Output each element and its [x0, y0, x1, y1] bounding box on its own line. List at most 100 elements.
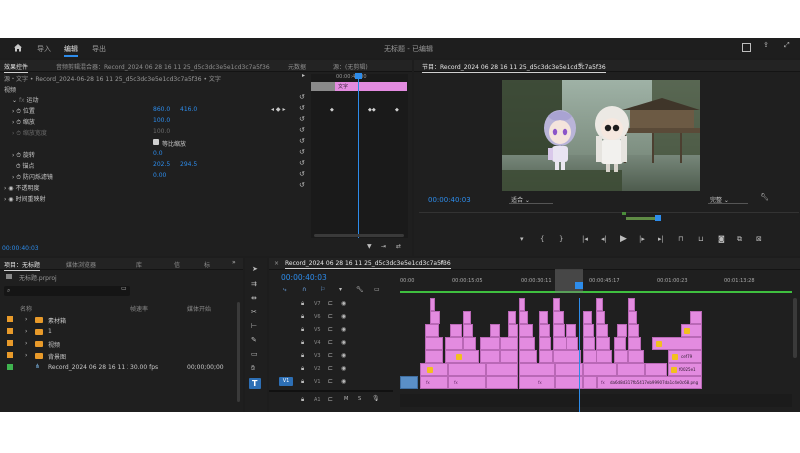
linked-selection-icon[interactable]: ⚐: [320, 287, 325, 293]
source-patch-v1[interactable]: V1: [279, 377, 293, 386]
uniform-scale-checkbox[interactable]: [153, 139, 159, 145]
mini-playhead[interactable]: [358, 74, 359, 238]
timeline-tracks-area[interactable]: cef79 f0025e1 fx fx fx fx da6d8d317fb541…: [400, 298, 792, 412]
eye-icon[interactable]: ◉: [341, 300, 346, 307]
reset-scale-width-icon[interactable]: ↺: [299, 127, 305, 134]
export-frame-icon[interactable]: ⇥: [381, 244, 386, 250]
extract-icon[interactable]: ⊔: [698, 236, 703, 243]
timeline-clip[interactable]: [596, 311, 605, 324]
reset-opacity-icon[interactable]: ↺: [299, 182, 305, 189]
tab-info[interactable]: 信: [174, 260, 180, 269]
track-header-v2[interactable]: 🔒︎ V2 ⊏ ◉: [269, 363, 391, 376]
timeline-clip[interactable]: [448, 363, 486, 376]
scale-row[interactable]: › ⏱ 缩放: [12, 117, 35, 127]
lock-icon[interactable]: 🔒︎: [301, 313, 304, 321]
share-icon[interactable]: ⇪: [763, 42, 769, 49]
sync-lock-icon[interactable]: ⊏: [328, 300, 333, 307]
add-marker-icon[interactable]: ▾: [339, 287, 342, 293]
timeline-clip[interactable]: [500, 350, 518, 363]
keyframe-2[interactable]: ◆◆: [368, 107, 376, 113]
timeline-clip[interactable]: [566, 337, 578, 350]
lock-icon[interactable]: 🔒︎: [301, 300, 304, 308]
anchor-row[interactable]: ⏱ 锚点: [12, 161, 35, 171]
timeline-clip[interactable]: [553, 350, 581, 363]
track-header-v3[interactable]: 🔒︎ V3 ⊏ ◉: [269, 350, 391, 363]
timeline-clip[interactable]: [681, 324, 702, 337]
lock-icon[interactable]: 🔒︎: [301, 378, 304, 386]
panel-overflow-icon[interactable]: »: [232, 260, 236, 266]
track-header-a1[interactable]: 🔒︎ A1 ⊏ M S 🎙︎: [269, 394, 391, 407]
program-playhead[interactable]: [655, 215, 661, 221]
add-marker-icon[interactable]: ▾: [520, 236, 524, 243]
reset-uniform-icon[interactable]: ↺: [299, 138, 305, 145]
timeline-clip[interactable]: [519, 350, 537, 363]
timeline-clip[interactable]: [519, 311, 528, 324]
selection-tool-icon[interactable]: ➤: [252, 266, 258, 273]
timeline-clip[interactable]: [430, 298, 435, 311]
sync-lock-icon[interactable]: ⊏: [328, 352, 333, 359]
timeline-clip[interactable]: [445, 350, 479, 363]
eye-icon[interactable]: ◉: [341, 378, 346, 385]
rotation-row[interactable]: › ⏱ 旋转: [12, 150, 35, 160]
flicker-value[interactable]: 0.00: [153, 172, 166, 179]
export-frame-icon[interactable]: ⊠: [756, 236, 762, 243]
razor-tool-icon[interactable]: ✂︎: [251, 309, 257, 316]
tab-markers[interactable]: 标: [204, 260, 210, 269]
track-header-v4[interactable]: 🔒︎ V4 ⊏ ◉: [269, 337, 391, 350]
tab-project[interactable]: 项目：无标题: [4, 260, 41, 271]
timeline-clip[interactable]: [425, 350, 443, 363]
lock-icon[interactable]: 🔒︎: [301, 339, 304, 347]
lock-icon[interactable]: 🔒︎: [301, 352, 304, 360]
col-start-header[interactable]: 媒体开始: [187, 304, 211, 313]
timeline-clip[interactable]: [596, 324, 608, 337]
tab-libraries[interactable]: 库: [136, 260, 142, 269]
menu-tab-import[interactable]: 导入: [37, 44, 51, 54]
timeline-clip[interactable]: [553, 324, 565, 337]
lift-icon[interactable]: ⊓: [678, 236, 683, 243]
expand-arrow-icon[interactable]: ›: [25, 328, 27, 335]
timeline-clip[interactable]: [519, 337, 535, 350]
tab-effect-controls[interactable]: 效果控件: [4, 62, 29, 73]
timeline-clip[interactable]: [583, 363, 617, 376]
project-search-input[interactable]: ⌕: [4, 286, 130, 296]
mini-playhead-handle[interactable]: [355, 73, 362, 79]
snap-icon[interactable]: ∩: [302, 287, 306, 293]
settings-wrench-icon[interactable]: 🔧︎: [760, 194, 769, 201]
col-name-header[interactable]: 名称: [20, 304, 32, 313]
hand-tool-icon[interactable]: ✋︎: [251, 365, 255, 372]
zoom-fit-select[interactable]: 适合 ⌄: [509, 195, 553, 204]
timeline-clip[interactable]: [508, 311, 516, 324]
sync-lock-icon[interactable]: ⊏: [328, 313, 333, 320]
work-area-range[interactable]: [555, 269, 583, 293]
go-to-in-icon[interactable]: |◂: [582, 236, 588, 243]
menu-tab-export[interactable]: 导出: [92, 44, 106, 54]
track-select-tool-icon[interactable]: ⇉: [251, 281, 257, 288]
timeline-clip[interactable]: [614, 350, 628, 363]
timeline-clip[interactable]: [553, 298, 560, 311]
expand-arrow-icon[interactable]: ›: [25, 352, 27, 359]
eye-icon[interactable]: ◉: [341, 326, 346, 333]
col-fps-header[interactable]: 帧速率: [130, 304, 148, 313]
timeline-clip[interactable]: [508, 324, 518, 337]
timeline-clip[interactable]: [500, 337, 518, 350]
timeline-clip[interactable]: [463, 311, 471, 324]
timeline-clip[interactable]: f0025e1: [668, 363, 702, 376]
program-scrub-bar[interactable]: [419, 212, 799, 221]
timeline-menu-icon[interactable]: ≡: [440, 260, 445, 266]
timeline-clip[interactable]: [583, 350, 597, 363]
keyframe-1[interactable]: ◆: [330, 107, 334, 113]
project-item-row[interactable]: › 1: [0, 326, 235, 337]
timeline-clip[interactable]: [652, 337, 702, 350]
step-back-icon[interactable]: ◂|: [601, 236, 607, 243]
timeline-clip[interactable]: fx: [448, 376, 486, 389]
keyframe-timeline[interactable]: 00:00:40:00 文字 ◆ ◆◆ ◆: [311, 73, 408, 238]
timeline-clip[interactable]: [690, 311, 702, 324]
timeline-clip[interactable]: [519, 324, 533, 337]
mark-in-icon[interactable]: {: [540, 236, 544, 243]
timeline-clip[interactable]: [596, 337, 610, 350]
timeline-clip[interactable]: [450, 324, 462, 337]
timeline-clip[interactable]: [519, 298, 525, 311]
rotation-value[interactable]: 0.0: [153, 150, 163, 157]
timeline-clip[interactable]: [628, 324, 639, 337]
keyframe-nav-icon[interactable]: ◂ ◆ ▸: [271, 106, 285, 113]
